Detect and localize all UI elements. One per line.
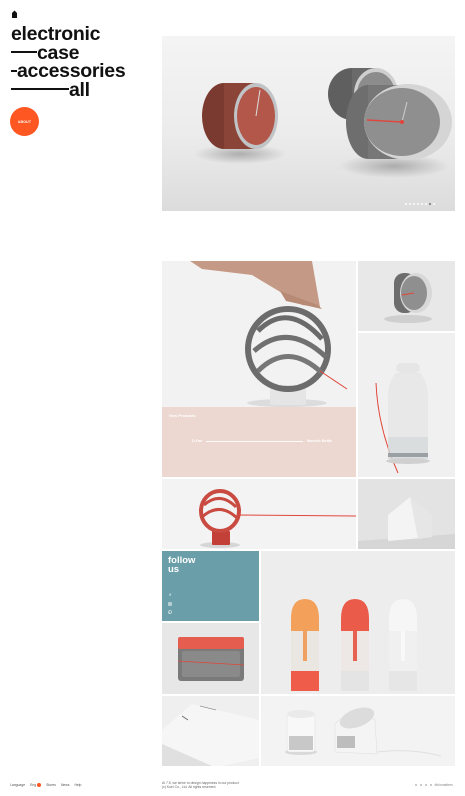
footer-link-help[interactable]: Help: [74, 783, 81, 787]
heading-dash: [11, 88, 69, 91]
product-tile-felt-case[interactable]: [162, 623, 259, 694]
instagram-icon[interactable]: [168, 602, 172, 606]
hero-dot[interactable]: [409, 203, 411, 205]
social-dot-icon[interactable]: [414, 784, 417, 786]
hero-dot[interactable]: [405, 203, 407, 205]
hero-slider[interactable]: [162, 36, 455, 211]
product-tile-clock[interactable]: [358, 261, 455, 331]
footer-copyright: Al 7.5, we strive to design happiness in…: [162, 781, 239, 789]
facebook-icon[interactable]: f: [168, 593, 172, 597]
footer-hashtag[interactable]: #thismatters: [435, 783, 453, 787]
footer-link-news[interactable]: News: [61, 783, 69, 787]
social-dot-icon[interactable]: [424, 784, 427, 786]
about-button[interactable]: ABOUT: [10, 107, 39, 136]
product-tile-fan[interactable]: [162, 261, 356, 407]
product-tile-humidifiers[interactable]: [261, 551, 455, 694]
footer: Language Eng Stores News Help Al 7.5, we…: [0, 780, 465, 792]
footer-language-select[interactable]: Eng: [30, 783, 42, 788]
hero-clocks-image: [194, 68, 452, 178]
news-item-left[interactable]: D-Fan: [192, 439, 202, 443]
heading-line-1: electronic: [11, 23, 101, 45]
product-tile-bottle[interactable]: [358, 333, 455, 477]
social-dot-icon[interactable]: [429, 784, 432, 786]
hero-dot-active[interactable]: [429, 203, 431, 205]
product-tile-red-fan[interactable]: [162, 479, 356, 549]
heading-dash: [11, 69, 17, 72]
hero-dot[interactable]: [413, 203, 415, 205]
logo-icon[interactable]: [11, 10, 18, 18]
news-divider: [206, 440, 304, 442]
product-tile-cylinders[interactable]: [261, 696, 455, 766]
news-title: New Products: [169, 413, 196, 418]
product-tile-house[interactable]: [358, 479, 455, 549]
follow-title-line-2: us: [168, 563, 180, 575]
pinterest-icon[interactable]: [168, 610, 172, 614]
footer-language-label: Language: [10, 783, 26, 788]
follow-us-panel: follow us f: [162, 551, 259, 621]
hero-dot[interactable]: [425, 203, 427, 205]
hero-dot[interactable]: [433, 203, 435, 205]
site-heading: electronic case accessories all: [11, 25, 156, 99]
product-tile-white-device[interactable]: [162, 696, 259, 766]
language-badge-icon: [37, 783, 42, 788]
footer-link-stores[interactable]: Stores: [46, 783, 56, 787]
hero-pagination: [405, 203, 435, 205]
news-item-right[interactable]: Monotic Bottle: [307, 439, 332, 443]
heading-dash: [11, 51, 37, 54]
social-dot-icon[interactable]: [419, 784, 422, 786]
new-products-panel[interactable]: New Products D-Fan Monotic Bottle: [162, 407, 356, 477]
hero-dot[interactable]: [421, 203, 423, 205]
heading-line-4: all: [69, 78, 90, 101]
hero-dot[interactable]: [417, 203, 419, 205]
